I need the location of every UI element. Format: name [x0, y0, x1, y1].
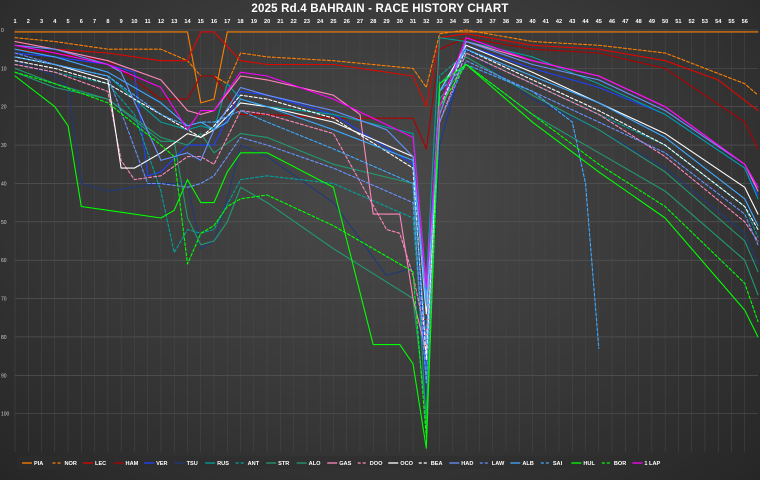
x-tick-label: 6 — [80, 19, 83, 25]
legend-label: RUS — [217, 461, 229, 467]
legend-label: SAI — [553, 461, 563, 467]
x-tick-label: 25 — [330, 19, 336, 25]
legend-label: STR — [278, 461, 289, 467]
legend-label: OCO — [400, 461, 413, 467]
legend-label: GAS — [339, 461, 351, 467]
x-tick-label: 36 — [476, 19, 482, 25]
y-tick-label: 40 — [1, 181, 7, 187]
x-tick-label: 21 — [277, 19, 283, 25]
legend-label: LEC — [95, 461, 106, 467]
x-tick-label: 24 — [317, 19, 324, 25]
x-tick-label: 45 — [596, 19, 602, 25]
y-tick-label: 50 — [1, 220, 7, 226]
legend-label: PIA — [34, 461, 43, 467]
x-tick-label: 32 — [423, 19, 429, 25]
chart-page: 2025 Rd.4 BAHRAIN - RACE HISTORY CHART 1… — [0, 0, 760, 480]
y-tick-label: 10 — [1, 66, 7, 72]
legend-label: ALB — [522, 461, 534, 467]
x-tick-label: 40 — [529, 19, 535, 25]
legend-label: BOR — [614, 461, 626, 467]
y-tick-label: 0 — [1, 28, 4, 34]
x-tick-label: 18 — [237, 19, 243, 25]
x-tick-label: 38 — [503, 19, 509, 25]
x-tick-label: 54 — [715, 19, 722, 25]
x-tick-label: 23 — [304, 19, 310, 25]
legend-label: HUL — [583, 461, 595, 467]
x-tick-label: 48 — [635, 19, 641, 25]
x-tick-label: 51 — [675, 19, 681, 25]
x-tick-label: 17 — [224, 19, 230, 25]
x-tick-label: 53 — [702, 19, 708, 25]
x-tick-label: 2 — [27, 19, 30, 25]
legend-label: LAW — [492, 461, 505, 467]
y-tick-label: 70 — [1, 297, 7, 303]
legend-label: HAD — [461, 461, 473, 467]
x-tick-label: 26 — [344, 19, 350, 25]
legend-label: 1 LAP — [644, 461, 660, 467]
x-tick-label: 29 — [383, 19, 389, 25]
x-tick-label: 11 — [145, 19, 151, 25]
legend-label: ALO — [309, 461, 321, 467]
x-tick-label: 43 — [569, 19, 575, 25]
y-tick-label: 60 — [1, 258, 7, 264]
y-tick-label: 20 — [1, 105, 7, 111]
x-tick-label: 20 — [264, 19, 270, 25]
legend-label: ANT — [248, 461, 260, 467]
x-tick-label: 35 — [463, 19, 469, 25]
x-tick-label: 49 — [649, 19, 655, 25]
x-tick-label: 3 — [40, 19, 43, 25]
x-tick-label: 8 — [106, 19, 109, 25]
x-tick-label: 4 — [53, 19, 57, 25]
x-tick-label: 30 — [397, 19, 403, 25]
x-tick-label: 15 — [198, 19, 204, 25]
x-tick-label: 19 — [251, 19, 257, 25]
x-tick-label: 42 — [556, 19, 562, 25]
y-tick-label: 30 — [1, 143, 7, 149]
x-tick-label: 44 — [582, 19, 589, 25]
x-tick-label: 41 — [543, 19, 549, 25]
x-tick-label: 56 — [742, 19, 748, 25]
y-tick-label: 90 — [1, 373, 7, 379]
x-tick-label: 33 — [436, 19, 442, 25]
x-tick-label: 12 — [158, 19, 164, 25]
x-tick-label: 10 — [131, 19, 137, 25]
x-tick-label: 34 — [450, 19, 457, 25]
y-tick-label: 100 — [1, 412, 10, 418]
legend-label: DOO — [370, 461, 383, 467]
race-history-chart: 1 2 3 4 5 6 7 8 9 10 11 12 13 14 15 16 17 18 19 20 21 22 23 24 2… — [1, 19, 759, 469]
legend-label: VER — [156, 461, 168, 467]
legend-label: BEA — [431, 461, 443, 467]
x-tick-label: 31 — [410, 19, 416, 25]
x-tick-label: 52 — [689, 19, 695, 25]
x-tick-label: 1 — [13, 19, 16, 25]
x-tick-label: 39 — [516, 19, 522, 25]
x-tick-label: 14 — [184, 19, 191, 25]
x-tick-label: 28 — [370, 19, 376, 25]
x-tick-label: 5 — [67, 19, 70, 25]
x-tick-label: 46 — [609, 19, 615, 25]
legend-label: TSU — [187, 461, 198, 467]
legend-label: NOR — [65, 461, 77, 467]
x-tick-label: 55 — [728, 19, 734, 25]
x-tick-label: 16 — [211, 19, 217, 25]
y-tick-label: 80 — [1, 335, 7, 341]
x-tick-label: 27 — [357, 19, 363, 25]
x-tick-label: 7 — [93, 19, 96, 25]
x-tick-label: 50 — [662, 19, 668, 25]
x-tick-label: 37 — [490, 19, 496, 25]
x-tick-label: 47 — [622, 19, 628, 25]
x-tick-label: 22 — [291, 19, 297, 25]
x-tick-label: 9 — [120, 19, 123, 25]
x-tick-label: 13 — [171, 19, 177, 25]
legend-label: HAM — [126, 461, 139, 467]
